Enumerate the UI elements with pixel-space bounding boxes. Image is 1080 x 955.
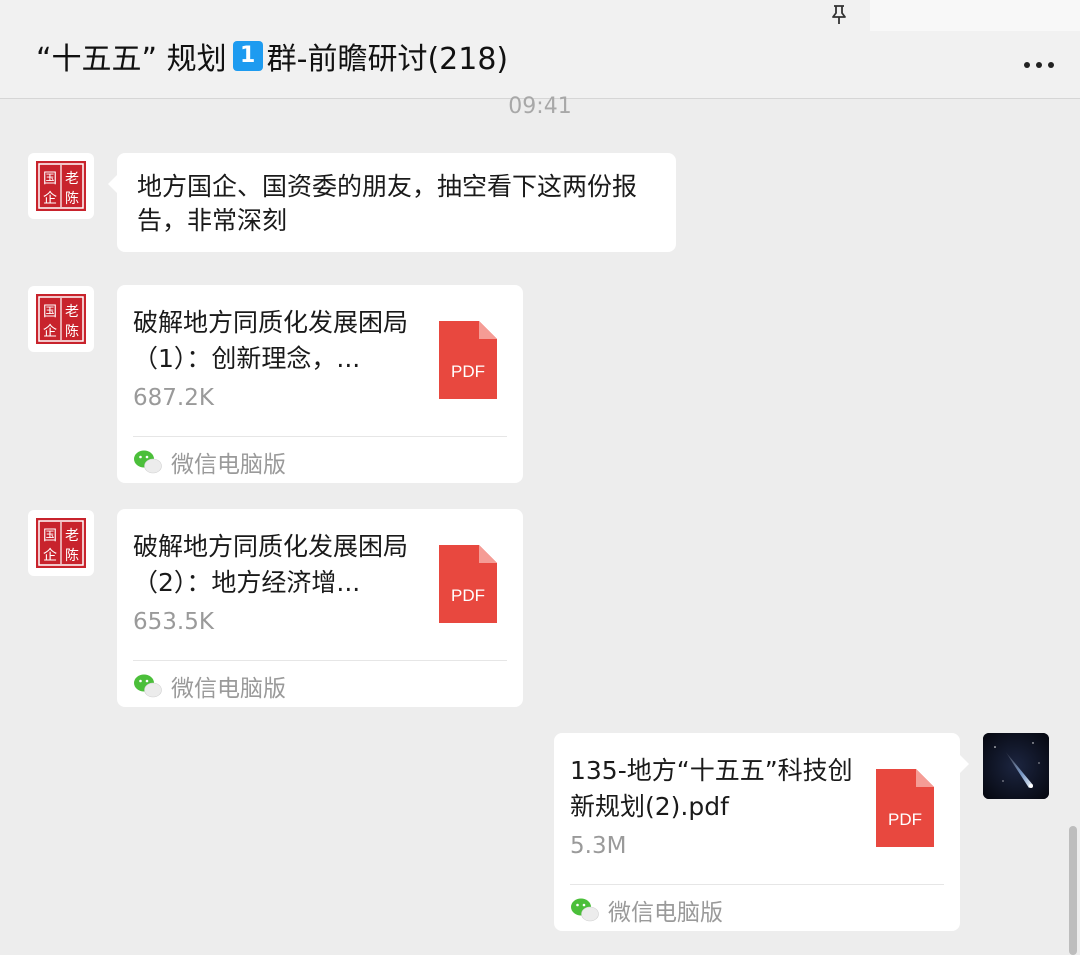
file-size: 653.5K — [133, 609, 214, 635]
svg-text:国: 国 — [43, 171, 57, 187]
file-size: 687.2K — [133, 385, 214, 411]
top-strip — [870, 0, 1080, 31]
pdf-label: PDF — [451, 362, 485, 381]
scrollbar[interactable] — [1069, 826, 1077, 955]
svg-text:国: 国 — [43, 304, 57, 320]
pdf-label: PDF — [451, 586, 485, 605]
file-size: 5.3M — [570, 833, 627, 859]
svg-text:企: 企 — [43, 323, 57, 340]
chat-title-suffix: 群-前瞻研讨(218) — [266, 42, 509, 77]
message-source: 微信电脑版 — [133, 670, 286, 702]
file-message[interactable]: 破解地方同质化发展困局（2）：地方经济增... 653.5K PDF 微信电脑版 — [117, 509, 523, 707]
message-source: 微信电脑版 — [570, 894, 723, 926]
file-name: 破解地方同质化发展困局（2）：地方经济增... — [133, 532, 409, 597]
svg-text:陈: 陈 — [65, 547, 79, 564]
source-label: 微信电脑版 — [171, 676, 286, 702]
source-label: 微信电脑版 — [608, 900, 723, 926]
seal-avatar[interactable]: 国 企 老 陈 — [28, 510, 94, 576]
message-text: 地方国企、国资委的朋友，抽空看下这两份报告，非常深刻 — [137, 172, 638, 235]
divider — [133, 660, 507, 661]
file-name: 135-地方“十五五”科技创新规划(2).pdf — [570, 756, 853, 821]
unread-badge: 1 — [232, 41, 263, 71]
message-source: 微信电脑版 — [133, 446, 286, 478]
wechat-icon — [571, 898, 599, 922]
seal-avatar[interactable]: 国 企 老 陈 — [28, 153, 94, 219]
chat-title-main: “十五五” 规划 — [36, 42, 227, 77]
pdf-label: PDF — [888, 810, 922, 829]
message-timestamp: 09:41 — [508, 94, 572, 119]
divider — [570, 884, 944, 885]
svg-text:企: 企 — [43, 547, 57, 564]
chat-header: “十五五” 规划 1 群-前瞻研讨(218) — [0, 0, 1080, 99]
svg-text:老: 老 — [65, 304, 79, 320]
svg-text:陈: 陈 — [65, 323, 79, 340]
chat-title: “十五五” 规划 1 群-前瞻研讨(218) — [36, 34, 508, 78]
svg-text:老: 老 — [65, 528, 79, 544]
divider — [133, 436, 507, 437]
seal-avatar[interactable]: 国 企 老 陈 — [28, 286, 94, 352]
svg-text:企: 企 — [43, 190, 57, 207]
text-message[interactable]: 地方国企、国资委的朋友，抽空看下这两份报告，非常深刻 — [108, 153, 676, 252]
pdf-file-icon: PDF — [439, 545, 497, 623]
file-message[interactable]: 破解地方同质化发展困局（1）：创新理念，... 687.2K PDF 微信电脑版 — [117, 285, 523, 483]
pin-icon[interactable] — [828, 3, 850, 25]
pdf-file-icon: PDF — [439, 321, 497, 399]
more-dots-icon[interactable] — [1022, 55, 1056, 75]
wechat-icon — [134, 450, 162, 474]
file-message-outgoing[interactable]: 135-地方“十五五”科技创新规划(2).pdf 5.3M PDF 微信电脑版 — [554, 733, 969, 931]
source-label: 微信电脑版 — [171, 452, 286, 478]
svg-text:陈: 陈 — [65, 190, 79, 207]
file-name: 破解地方同质化发展困局（1）：创新理念，... — [133, 308, 409, 373]
svg-text:国: 国 — [43, 528, 57, 544]
svg-text:老: 老 — [65, 171, 79, 187]
pdf-file-icon: PDF — [876, 769, 934, 847]
wechat-icon — [134, 674, 162, 698]
night-sky-avatar[interactable] — [983, 733, 1049, 799]
